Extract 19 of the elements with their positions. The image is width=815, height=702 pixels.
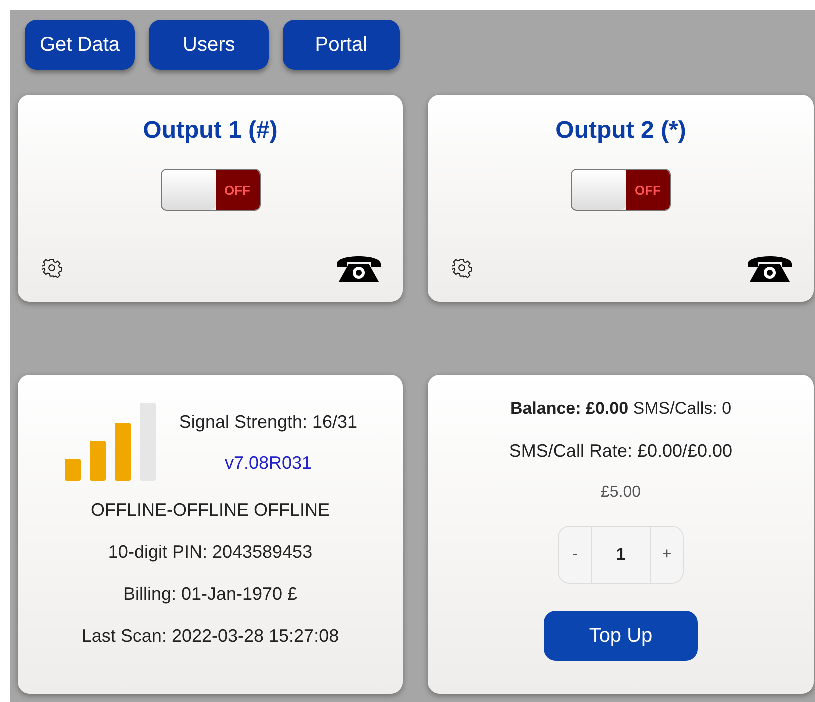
version-text: v7.08R031 — [224, 453, 312, 474]
output-title: Output 1 (#) — [143, 117, 278, 145]
toggle-switch[interactable]: OFF — [571, 169, 671, 211]
signal-strength: Signal Strength: 16/31 — [179, 412, 358, 433]
top-up-button[interactable]: Top Up — [544, 611, 698, 661]
settings-icon[interactable] — [42, 258, 62, 278]
nav-button[interactable]: Get Data — [25, 20, 136, 70]
status-line: OFFLINE-OFFLINE OFFLINE — [90, 500, 330, 521]
nav-button[interactable]: Users — [149, 20, 270, 70]
output-title: Output 2 (*) — [556, 117, 686, 145]
settings-icon[interactable] — [452, 258, 472, 278]
nav-button[interactable]: Portal — [283, 20, 400, 70]
status-line: Last Scan: 2022-03-28 15:27:08 — [82, 626, 340, 647]
rate-text: SMS/Call Rate: £0.00/£0.00 — [509, 441, 733, 462]
balance-text: Balance: £0.00 SMS/Calls: 0 — [510, 399, 732, 419]
status-line: 10-digit PIN: 2043589453 — [108, 542, 313, 563]
toggle-switch[interactable]: OFF — [160, 169, 260, 211]
price-text: £5.00 — [600, 484, 642, 502]
status-line: Billing: 01-Jan-1970 £ — [123, 584, 298, 605]
